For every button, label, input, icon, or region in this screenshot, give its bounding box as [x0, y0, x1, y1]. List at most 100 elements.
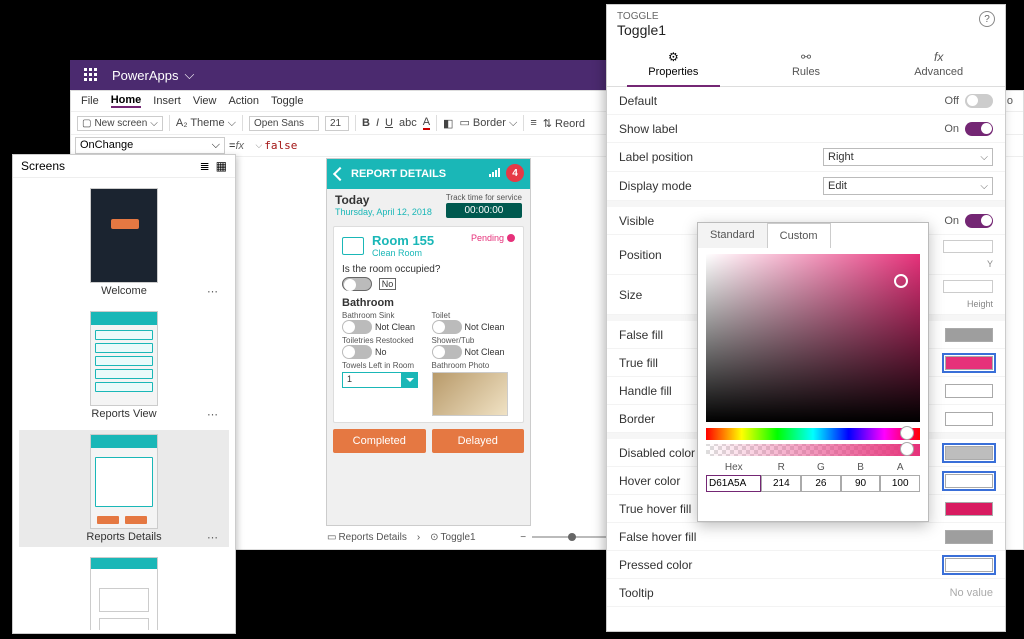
date-label: Thursday, April 12, 2018 [335, 207, 432, 217]
strike-button[interactable]: abc [399, 117, 417, 129]
crumb-screen[interactable]: ▭ Reports Details [327, 532, 407, 543]
reorder-button[interactable]: ⇅ Reord [543, 117, 585, 130]
picker-tab-custom[interactable]: Custom [767, 223, 831, 248]
thumb-view-icon[interactable]: ▦ [216, 159, 227, 173]
more-icon[interactable]: ⋯ [207, 531, 219, 544]
back-icon[interactable] [333, 167, 347, 181]
hovercolor-swatch[interactable] [945, 474, 993, 488]
more-icon[interactable]: ⋯ [207, 408, 219, 421]
a-input[interactable] [880, 475, 920, 492]
sv-selector[interactable] [894, 274, 908, 288]
more-icon[interactable]: ⋯ [207, 285, 219, 298]
default-toggle[interactable] [965, 94, 993, 108]
truefill-swatch[interactable] [945, 356, 993, 370]
zoom-out-icon[interactable]: − [520, 532, 526, 543]
sink-value: Not Clean [375, 322, 415, 332]
italic-button[interactable]: I [376, 117, 379, 129]
prop-default: DefaultOff [607, 87, 1005, 115]
occupied-toggle[interactable] [342, 277, 372, 291]
menu-action[interactable]: Action [228, 95, 259, 107]
truehoverfill-swatch[interactable] [945, 502, 993, 516]
prop-labelposition: Label positionRight [607, 143, 1005, 172]
sink-label: Bathroom Sink [342, 311, 426, 320]
hue-slider[interactable] [706, 428, 920, 440]
completed-button[interactable]: Completed [333, 429, 426, 453]
handlefill-swatch[interactable] [945, 384, 993, 398]
position-y-input[interactable] [943, 240, 993, 253]
property-select[interactable]: OnChange⌵ [75, 137, 225, 154]
shower-toggle[interactable] [432, 345, 462, 359]
tab-properties[interactable]: ⚙Properties [607, 42, 740, 86]
menu-view[interactable]: View [193, 95, 217, 107]
hue-knob[interactable] [900, 426, 914, 440]
underline-button[interactable]: U [385, 117, 393, 129]
new-screen-button[interactable]: ▢ New screen ⌵ [77, 116, 163, 131]
tooltip-value[interactable]: No value [950, 587, 993, 599]
tab-advanced[interactable]: fxAdvanced [872, 42, 1005, 86]
alpha-slider[interactable] [706, 444, 920, 456]
falsefill-swatch[interactable] [945, 328, 993, 342]
pressedcolor-swatch[interactable] [945, 558, 993, 572]
falsehoverfill-swatch[interactable] [945, 530, 993, 544]
alpha-knob[interactable] [900, 442, 914, 456]
bathroom-section: Bathroom [342, 297, 515, 309]
fontcolor-button[interactable]: A [423, 116, 430, 130]
prop-falsehoverfill: False hover fill [607, 523, 1005, 551]
list-view-icon[interactable]: ≣ [200, 159, 210, 173]
bathroom-photo[interactable] [432, 372, 508, 416]
tab-rules[interactable]: ⚯Rules [740, 42, 873, 86]
screen-thumb-reportsdetails[interactable]: Reports Details⋯ [19, 430, 229, 547]
menu-home[interactable]: Home [111, 94, 142, 108]
screen-thumb-analytics[interactable] [19, 553, 229, 630]
toilet-toggle[interactable] [432, 320, 462, 334]
design-canvas[interactable]: REPORT DETAILS 4 Today Thursday, April 1… [326, 158, 531, 526]
border-dropdown[interactable]: ▭ Border ⌵ [459, 116, 517, 130]
picker-tab-standard[interactable]: Standard [698, 223, 767, 248]
today-label: Today [335, 193, 432, 207]
towels-dropdown[interactable]: 1 [342, 372, 426, 388]
restock-toggle[interactable] [342, 345, 372, 359]
font-select[interactable]: Open Sans [249, 116, 319, 131]
status-pending: Pending [471, 233, 515, 243]
bold-button[interactable]: B [362, 117, 370, 129]
control-name[interactable]: Toggle1 [607, 22, 1005, 42]
size-h-input[interactable] [943, 280, 993, 293]
app-title: PowerApps [112, 68, 178, 83]
room-card: Pending Room 155 Clean Room Is the room … [333, 226, 524, 423]
g-input[interactable] [801, 475, 841, 492]
displaymode-select[interactable]: Edit [823, 177, 993, 195]
waffle-icon[interactable] [78, 62, 104, 88]
notification-badge[interactable]: 4 [506, 164, 524, 182]
r-input[interactable] [761, 475, 801, 492]
delayed-button[interactable]: Delayed [432, 429, 525, 453]
disabledcolor-swatch[interactable] [945, 446, 993, 460]
border-swatch[interactable] [945, 412, 993, 426]
toilet-value: Not Clean [465, 322, 505, 332]
fx-icon: fx [235, 140, 255, 152]
room-title: Room 155 [372, 233, 434, 248]
hex-input[interactable] [706, 475, 761, 492]
sink-toggle[interactable] [342, 320, 372, 334]
visible-toggle[interactable] [965, 214, 993, 228]
screen-thumb-reportsview[interactable]: Reports View⋯ [19, 307, 229, 424]
signal-icon [489, 168, 500, 177]
align-button[interactable]: ≡ [530, 117, 536, 129]
fx-chevron-icon[interactable]: ⌵ [255, 140, 262, 151]
props-tabs: ⚙Properties ⚯Rules fxAdvanced [607, 42, 1005, 87]
screen-thumb-welcome[interactable]: Welcome⋯ [19, 184, 229, 301]
zoom-slider[interactable] [532, 536, 612, 538]
sv-field[interactable] [706, 254, 920, 422]
labelposition-select[interactable]: Right [823, 148, 993, 166]
fontsize-select[interactable]: 21 [325, 116, 349, 131]
showlabel-toggle[interactable] [965, 122, 993, 136]
theme-button[interactable]: A₂ Theme ⌵ [176, 117, 236, 130]
help-icon[interactable]: ? [979, 11, 995, 27]
menu-toggle[interactable]: Toggle [271, 95, 303, 107]
menu-insert[interactable]: Insert [153, 95, 181, 107]
crumb-control[interactable]: ⊙ Toggle1 [430, 532, 475, 543]
menu-file[interactable]: File [81, 95, 99, 107]
b-input[interactable] [841, 475, 881, 492]
timer-value[interactable]: 00:00:00 [446, 203, 522, 218]
chevron-down-icon[interactable]: ⌵ [184, 67, 194, 83]
fill-button[interactable]: ◧ [443, 117, 453, 130]
